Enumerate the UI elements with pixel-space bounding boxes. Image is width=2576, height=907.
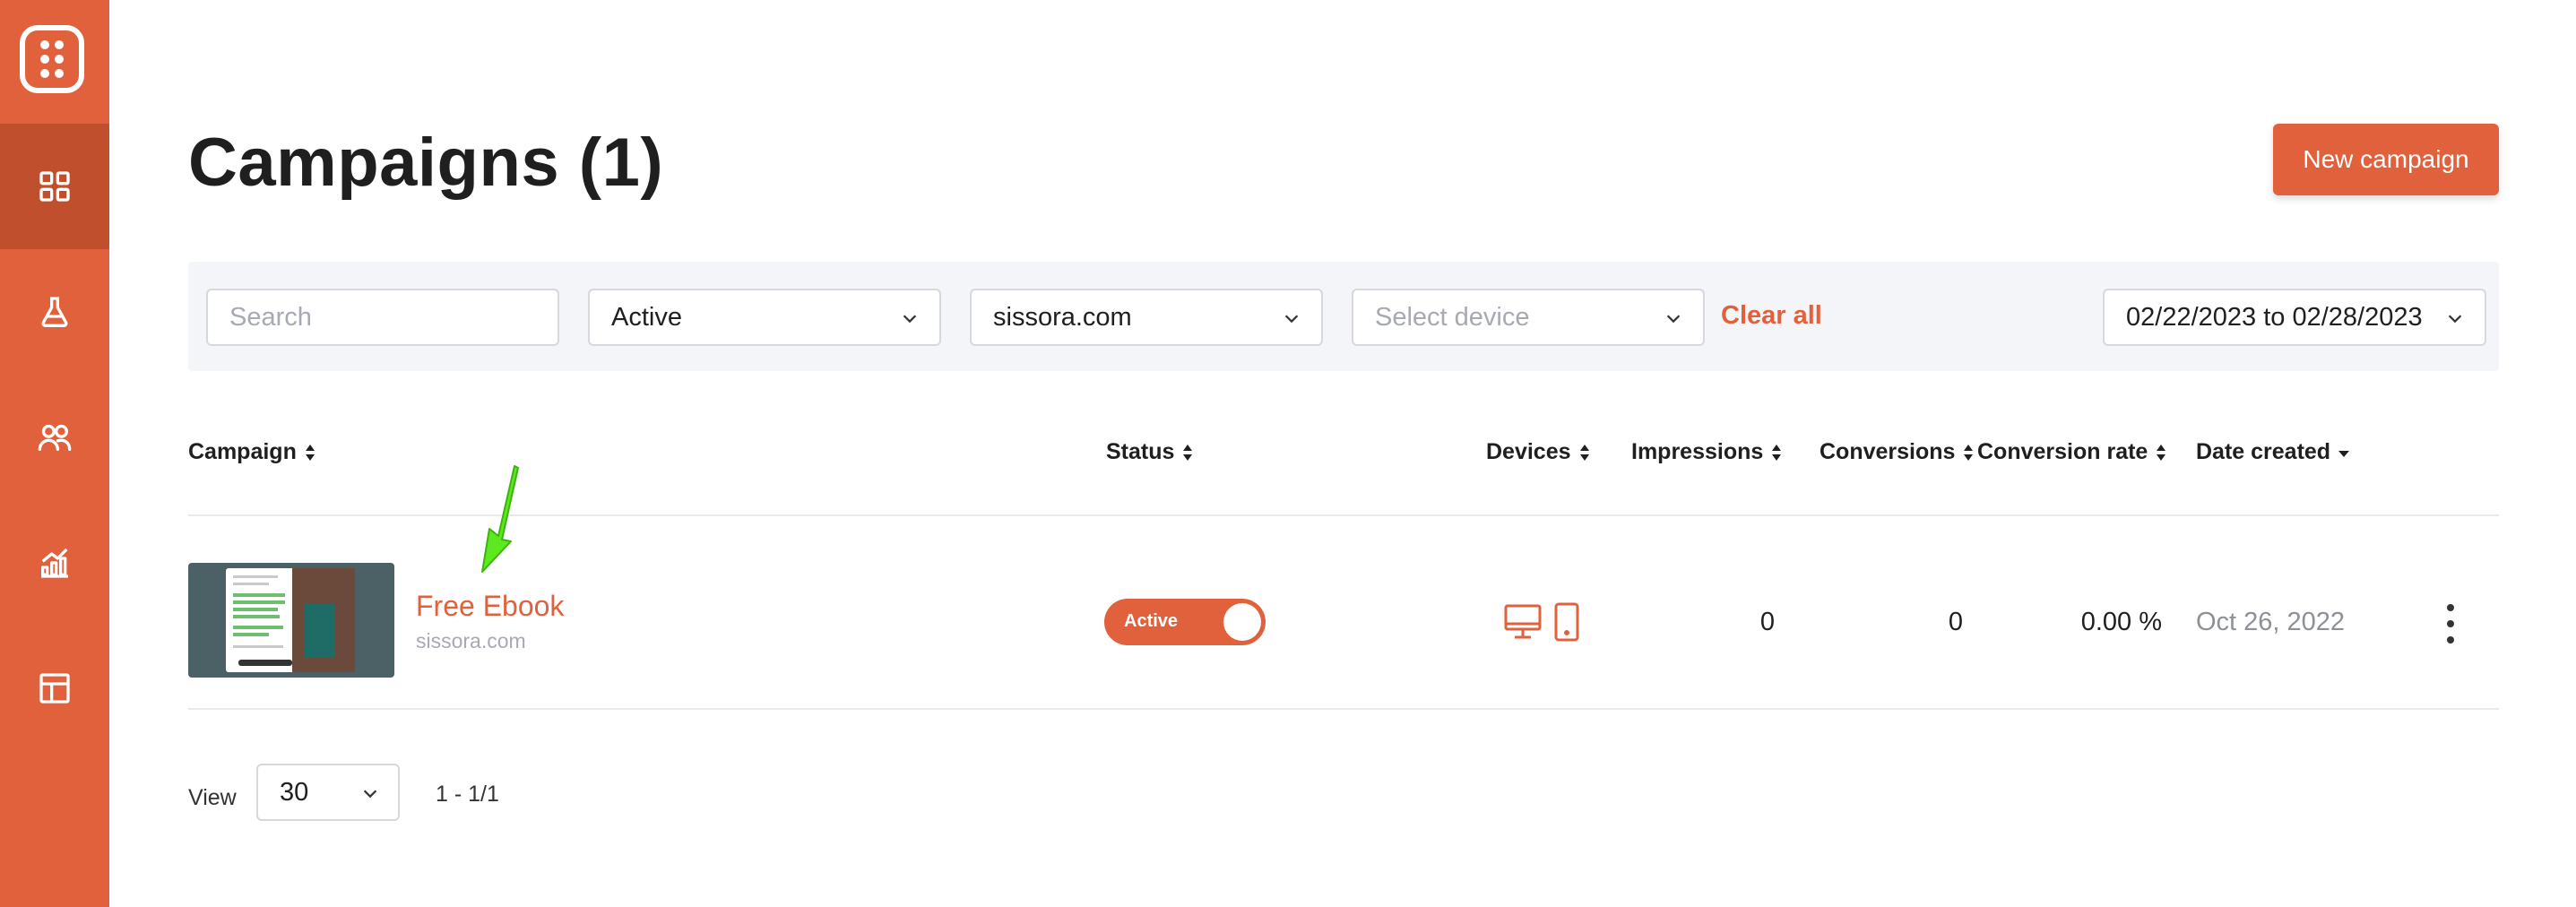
campaign-domain: sissora.com [416,629,526,652]
sort-icon [305,444,315,461]
column-header-conversions[interactable]: Conversions [1820,439,1975,465]
date-range-value: 02/22/2023 to 02/28/2023 [2126,302,2423,332]
column-label: Devices [1486,439,1571,464]
sidebar-item-audience[interactable] [0,375,109,500]
sort-icon [1579,444,1589,461]
app-logo[interactable] [20,25,84,93]
date-range-select[interactable]: 02/22/2023 to 02/28/2023 [2103,289,2486,346]
sidebar-item-templates[interactable] [0,626,109,751]
chevron-down-icon [1666,315,1681,324]
new-campaign-button[interactable]: New campaign [2273,124,2499,195]
chevron-down-icon [903,315,917,324]
pagination-range: 1 - 1/1 [436,782,499,807]
toggle-knob [1223,603,1261,641]
mobile-icon [1554,602,1579,642]
campaign-name-link[interactable]: Free Ebook [416,590,564,623]
status-select[interactable]: Active [588,289,941,346]
column-label: Impressions [1631,439,1764,464]
sort-icon [2157,444,2166,461]
more-options-icon[interactable] [2442,604,2459,644]
domain-select-value: sissora.com [993,302,1132,332]
status-toggle[interactable]: Active [1104,599,1266,645]
page-size-value: 30 [280,777,309,807]
sidebar-item-experiments[interactable] [0,249,109,375]
annotation-arrow-icon [481,465,519,573]
chevron-down-icon [363,790,377,799]
domain-select[interactable]: sissora.com [970,289,1323,346]
column-label: Conversions [1820,439,1956,464]
status-select-value: Active [611,302,682,332]
chevron-down-icon [2448,315,2462,324]
page-title: Campaigns (1) [188,125,664,201]
column-label: Status [1106,439,1175,464]
row-divider [188,708,2499,710]
column-header-conversion-rate[interactable]: Conversion rate [1977,439,2167,465]
sidebar-item-analytics[interactable] [0,500,109,626]
campaign-thumbnail[interactable] [188,563,394,678]
search-field[interactable] [206,289,559,346]
search-input[interactable] [229,290,558,344]
column-header-date-created[interactable]: Date created [2196,439,2350,465]
sort-desc-icon [2338,450,2350,457]
device-select[interactable]: Select device [1352,289,1705,346]
date-created-value: Oct 26, 2022 [2196,608,2346,636]
layout-icon [39,673,70,704]
column-header-impressions[interactable]: Impressions [1631,439,1783,465]
impressions-value: 0 [1759,608,1775,636]
conversions-value: 0 [1948,608,1963,636]
view-label: View [188,785,237,810]
sort-icon [1964,444,1974,461]
chart-icon [41,548,68,578]
clear-all-link[interactable]: Clear all [1721,301,1822,331]
sort-icon [1183,444,1193,461]
users-icon [38,424,72,451]
column-label: Campaign [188,439,297,464]
column-label: Date created [2196,439,2331,464]
column-header-campaign[interactable]: Campaign [188,439,316,465]
column-header-status[interactable]: Status [1106,439,1194,465]
filter-bar: Active sissora.com Select device Clear a… [188,262,2499,371]
device-select-placeholder: Select device [1375,302,1530,332]
page-size-select[interactable]: 30 [256,764,400,821]
sidebar [0,0,109,907]
header-divider [188,514,2499,516]
column-label: Conversion rate [1977,439,2148,464]
grid-icon [39,171,70,202]
column-header-devices[interactable]: Devices [1486,439,1591,465]
flask-icon [41,297,68,327]
sidebar-item-dashboard[interactable] [0,124,109,249]
desktop-icon [1504,604,1542,639]
sort-icon [1772,444,1782,461]
conversion-rate-value: 0.00 % [2080,608,2162,636]
status-toggle-label: Active [1124,611,1179,631]
chevron-down-icon [1284,315,1299,324]
